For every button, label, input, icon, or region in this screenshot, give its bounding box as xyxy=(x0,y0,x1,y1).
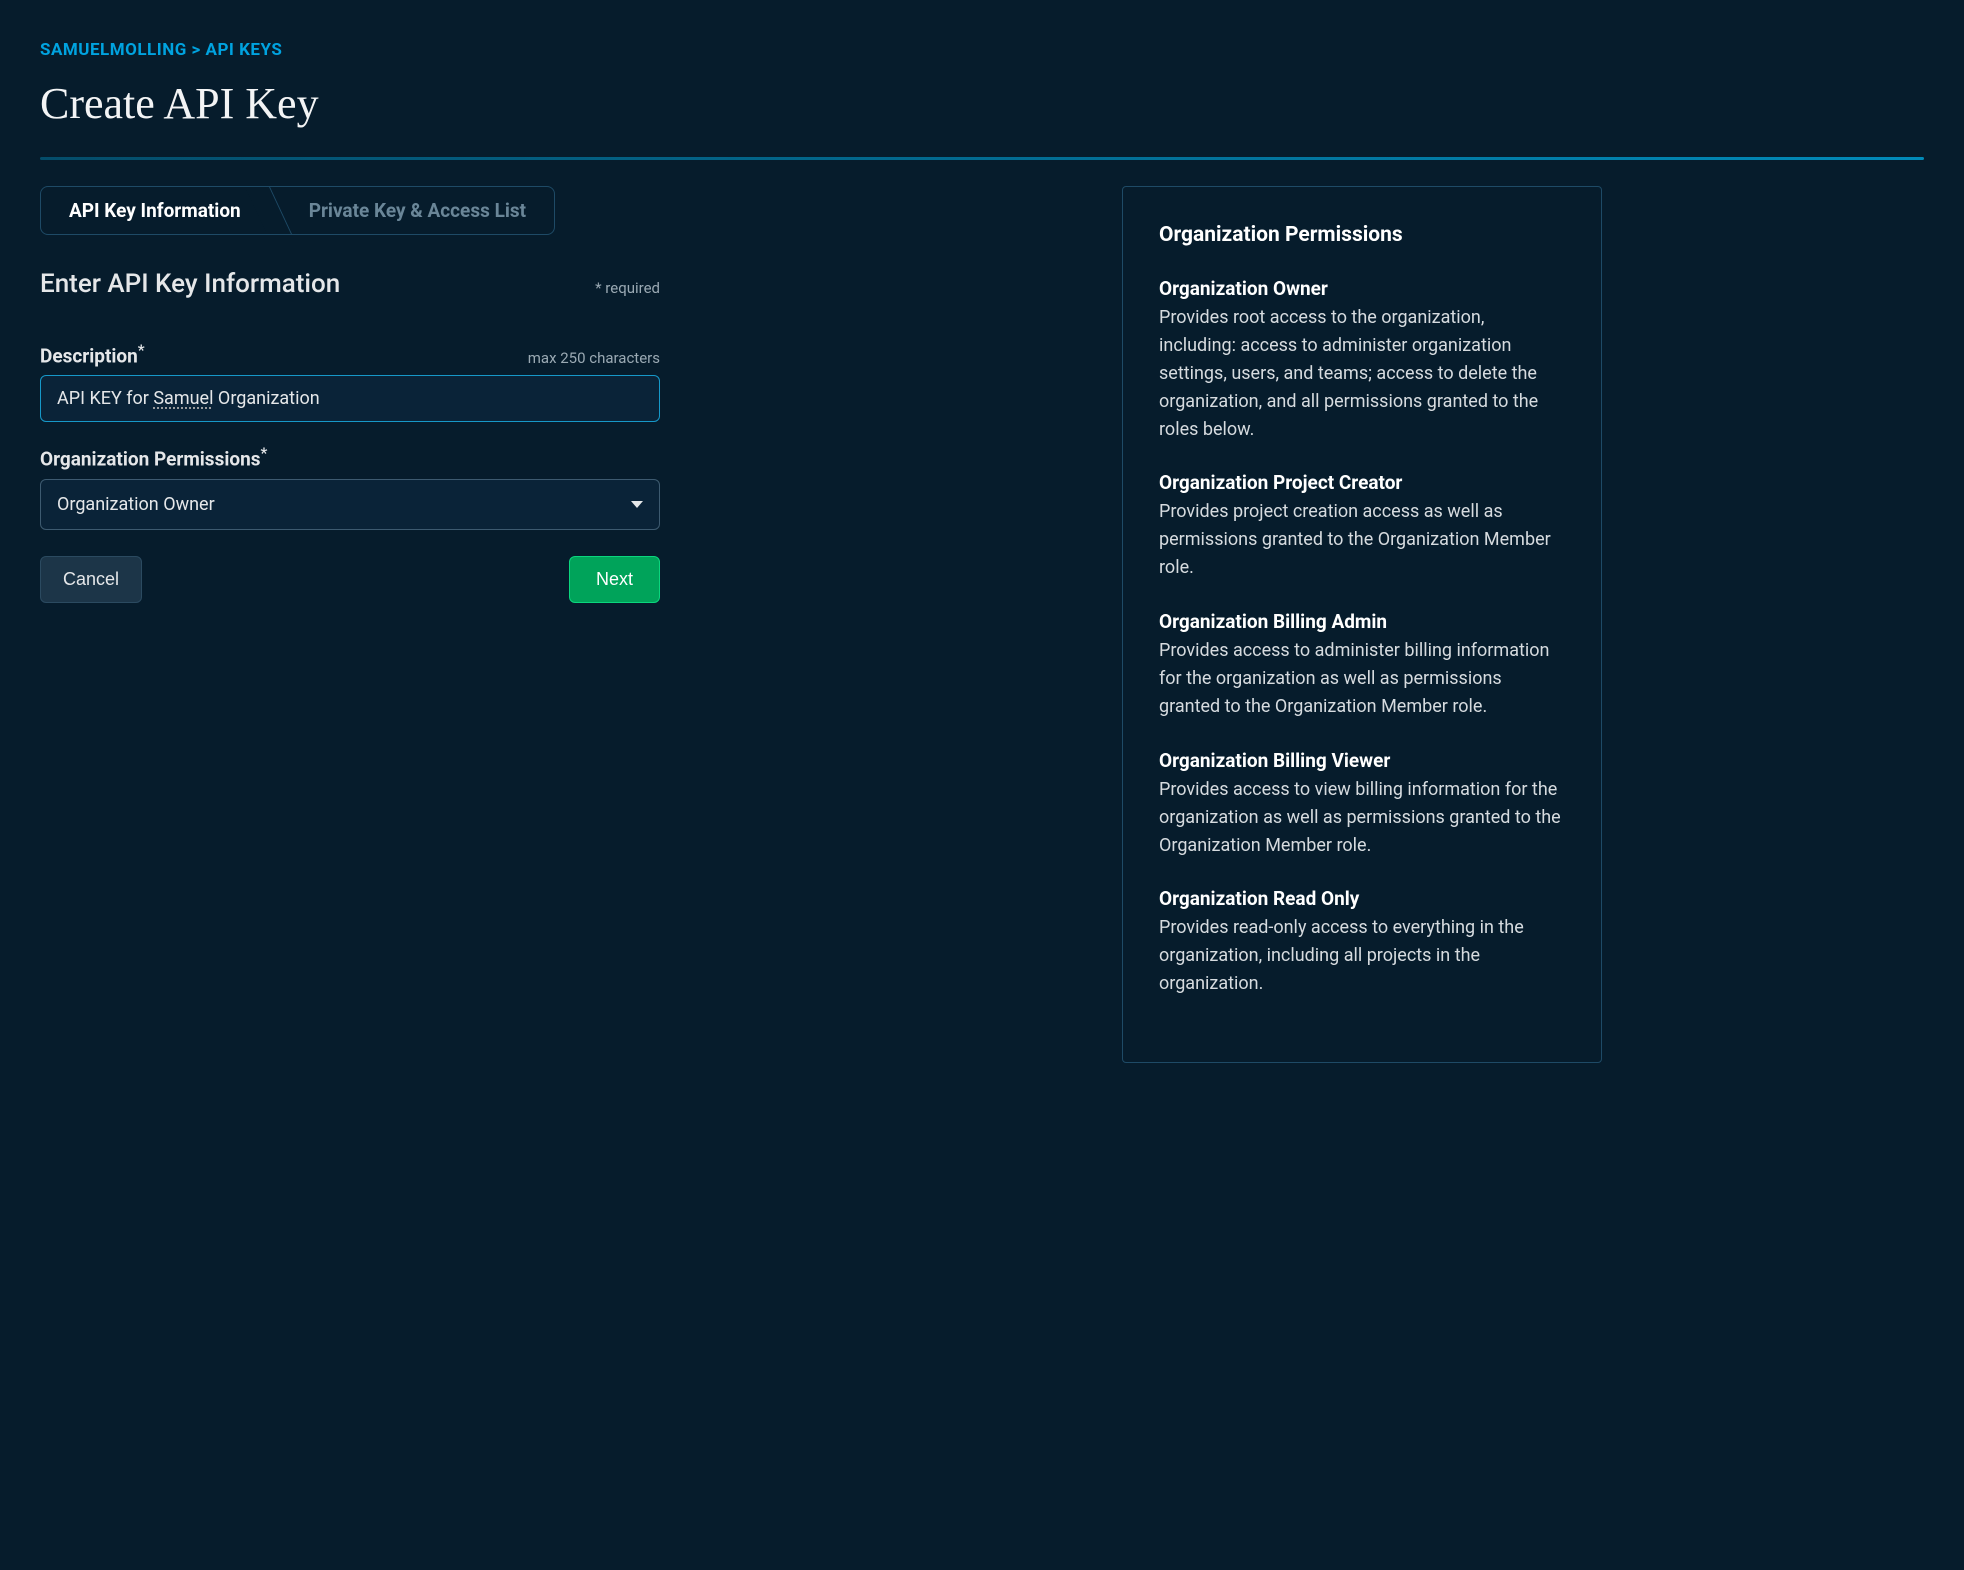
description-field-group: Description* max 250 characters API KEY … xyxy=(40,341,660,422)
breadcrumb: SAMUELMOLLING > API KEYS xyxy=(40,40,1924,60)
role-block: Organization Owner Provides root access … xyxy=(1159,277,1565,443)
page-title: Create API Key xyxy=(40,78,1924,129)
step-private-key-access-list[interactable]: Private Key & Access List xyxy=(269,187,554,234)
role-block: Organization Billing Admin Provides acce… xyxy=(1159,610,1565,721)
role-name: Organization Billing Admin xyxy=(1159,610,1565,633)
description-input[interactable]: API KEY for Samuel Organization xyxy=(40,375,660,422)
required-note: * required xyxy=(595,279,660,297)
org-permissions-selected-value: Organization Owner xyxy=(57,494,215,515)
permissions-panel: Organization Permissions Organization Ow… xyxy=(1122,186,1602,1063)
role-block: Organization Billing Viewer Provides acc… xyxy=(1159,749,1565,860)
breadcrumb-org[interactable]: SAMUELMOLLING xyxy=(40,40,187,60)
section-title: Enter API Key Information xyxy=(40,269,340,299)
role-name: Organization Project Creator xyxy=(1159,471,1565,494)
org-permissions-label: Organization Permissions* xyxy=(40,444,267,470)
cancel-button[interactable]: Cancel xyxy=(40,556,142,603)
role-desc: Provides project creation access as well… xyxy=(1159,498,1565,582)
caret-down-icon xyxy=(631,501,643,508)
role-desc: Provides access to view billing informat… xyxy=(1159,776,1565,860)
next-button[interactable]: Next xyxy=(569,556,660,603)
asterisk-icon: * xyxy=(138,341,145,359)
description-hint: max 250 characters xyxy=(528,349,660,367)
asterisk-icon: * xyxy=(261,444,268,462)
role-desc: Provides access to administer billing in… xyxy=(1159,637,1565,721)
step-api-key-information[interactable]: API Key Information xyxy=(41,187,269,234)
role-block: Organization Project Creator Provides pr… xyxy=(1159,471,1565,582)
org-permissions-field-group: Organization Permissions* Organization O… xyxy=(40,444,660,529)
role-name: Organization Billing Viewer xyxy=(1159,749,1565,772)
breadcrumb-sep: > xyxy=(192,40,201,60)
org-permissions-select[interactable]: Organization Owner xyxy=(40,479,660,530)
breadcrumb-page[interactable]: API KEYS xyxy=(206,40,283,60)
role-name: Organization Read Only xyxy=(1159,887,1565,910)
role-desc: Provides root access to the organization… xyxy=(1159,304,1565,443)
divider xyxy=(40,157,1924,160)
stepper: API Key Information Private Key & Access… xyxy=(40,186,555,235)
role-desc: Provides read-only access to everything … xyxy=(1159,914,1565,998)
description-label: Description* xyxy=(40,341,145,367)
permissions-panel-title: Organization Permissions xyxy=(1159,223,1565,247)
role-name: Organization Owner xyxy=(1159,277,1565,300)
role-block: Organization Read Only Provides read-onl… xyxy=(1159,887,1565,998)
